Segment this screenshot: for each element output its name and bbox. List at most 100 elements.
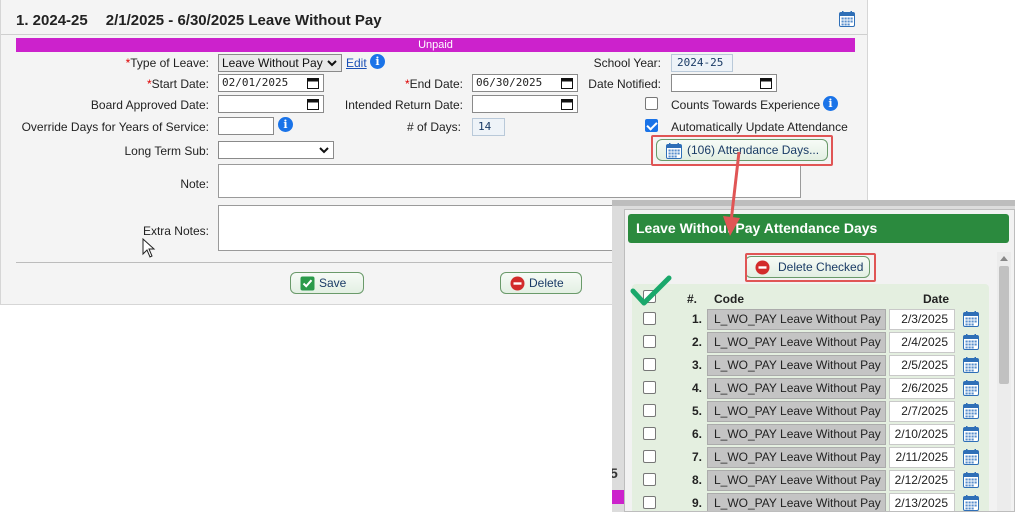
- row-checkbox[interactable]: [643, 404, 656, 417]
- type-of-leave-select[interactable]: Leave Without Pay: [218, 54, 342, 72]
- calendar-icon[interactable]: [561, 98, 573, 110]
- extra-notes-textarea[interactable]: [218, 205, 618, 251]
- school-year-label: School Year:: [593, 56, 661, 70]
- calendar-icon[interactable]: [963, 449, 979, 465]
- row-num: 2.: [691, 335, 702, 349]
- edit-link[interactable]: Edit: [346, 56, 367, 70]
- override-days-label: Override Days for Years of Service:: [21, 120, 209, 134]
- row-code: L_WO_PAY Leave Without Pay: [707, 309, 886, 330]
- long-term-sub-select[interactable]: [218, 141, 334, 159]
- row-checkbox[interactable]: [643, 496, 656, 509]
- board-approved-label: Board Approved Date:: [90, 98, 209, 112]
- row-date: 2/13/2025: [889, 493, 955, 511]
- date-notified-label: Date Notified:: [588, 77, 661, 91]
- attendance-days-table: #. Code Date 1. L_WO_PAY Leave Without Pa…: [632, 284, 989, 511]
- header-code: Code: [714, 292, 744, 306]
- table-row: 4. L_WO_PAY Leave Without Pay 2/6/2025: [632, 377, 989, 400]
- start-date-label: *Start Date:: [146, 77, 209, 91]
- row-checkbox[interactable]: [643, 358, 656, 371]
- row-checkbox[interactable]: [643, 335, 656, 348]
- scroll-up-icon[interactable]: [1000, 255, 1008, 261]
- delete-label: Delete: [529, 276, 564, 290]
- end-date-label: *End Date:: [404, 77, 463, 91]
- note-textarea[interactable]: [218, 164, 801, 198]
- mouse-cursor-icon: [142, 238, 156, 258]
- row-num: 5.: [691, 404, 702, 418]
- row-num: 6.: [691, 427, 702, 441]
- row-date: 2/5/2025: [889, 355, 955, 376]
- calendar-icon[interactable]: [963, 357, 979, 373]
- scrollbar-thumb[interactable]: [999, 266, 1009, 384]
- row-code: L_WO_PAY Leave Without Pay: [707, 401, 886, 422]
- row-date: 2/11/2025: [889, 447, 955, 468]
- table-row: 3. L_WO_PAY Leave Without Pay 2/5/2025: [632, 354, 989, 377]
- auto-update-checkbox[interactable]: [645, 119, 658, 132]
- arrow-annotation: [723, 151, 741, 236]
- calendar-icon[interactable]: [963, 311, 979, 327]
- calendar-icon[interactable]: [963, 380, 979, 396]
- school-year-value: 2024-25: [671, 54, 733, 72]
- info-icon[interactable]: i: [278, 117, 293, 132]
- row-num: 9.: [691, 496, 702, 510]
- table-row: 9. L_WO_PAY Leave Without Pay 2/13/2025: [632, 492, 989, 511]
- header-date: Date: [923, 292, 950, 306]
- checkmark-annotation: [630, 275, 672, 306]
- table-row: 1. L_WO_PAY Leave Without Pay 2/3/2025: [632, 308, 989, 331]
- row-code: L_WO_PAY Leave Without Pay: [707, 424, 886, 445]
- delete-button[interactable]: Delete: [500, 272, 582, 294]
- row-date: 2/6/2025: [889, 378, 955, 399]
- long-term-sub-label: Long Term Sub:: [124, 144, 210, 158]
- row-checkbox[interactable]: [643, 381, 656, 394]
- leave-index: 1. 2024-25: [16, 12, 88, 29]
- calendar-icon[interactable]: [963, 403, 979, 419]
- extra-notes-label: Extra Notes:: [142, 224, 209, 238]
- scrollbar[interactable]: [997, 252, 1011, 511]
- row-num: 4.: [691, 381, 702, 395]
- calendar-icon[interactable]: [307, 77, 319, 89]
- calendar-icon[interactable]: [963, 495, 979, 511]
- row-num: 7.: [691, 450, 702, 464]
- calendar-icon[interactable]: [839, 11, 855, 27]
- info-icon[interactable]: i: [370, 54, 385, 69]
- row-code: L_WO_PAY Leave Without Pay: [707, 470, 886, 491]
- row-code: L_WO_PAY Leave Without Pay: [707, 355, 886, 376]
- board-approved-input[interactable]: [218, 95, 324, 113]
- title-divider: [1, 34, 867, 35]
- calendar-icon[interactable]: [760, 77, 772, 89]
- end-date-value: 06/30/2025: [476, 76, 543, 89]
- override-days-input[interactable]: [218, 117, 274, 135]
- calendar-icon[interactable]: [963, 334, 979, 350]
- row-date: 2/12/2025: [889, 470, 955, 491]
- type-of-leave-value: Leave Without Pay: [222, 56, 323, 70]
- row-checkbox[interactable]: [643, 427, 656, 440]
- calendar-icon[interactable]: [963, 426, 979, 442]
- row-code: L_WO_PAY Leave Without Pay: [707, 378, 886, 399]
- row-date: 2/7/2025: [889, 401, 955, 422]
- row-date: 2/4/2025: [889, 332, 955, 353]
- intended-return-input[interactable]: [472, 95, 578, 113]
- row-num: 8.: [691, 473, 702, 487]
- row-checkbox[interactable]: [643, 473, 656, 486]
- date-notified-input[interactable]: [671, 74, 777, 92]
- save-button[interactable]: Save: [290, 272, 364, 294]
- auto-update-label: Automatically Update Attendance: [671, 120, 848, 134]
- calendar-icon[interactable]: [307, 98, 319, 110]
- row-checkbox[interactable]: [643, 450, 656, 463]
- num-days-label: # of Days:: [406, 120, 461, 134]
- num-days-value: 14: [472, 118, 505, 136]
- table-row: 7. L_WO_PAY Leave Without Pay 2/11/2025: [632, 446, 989, 469]
- row-date: 2/10/2025: [889, 424, 955, 445]
- counts-experience-checkbox[interactable]: [645, 97, 658, 110]
- calendar-icon[interactable]: [963, 472, 979, 488]
- info-icon[interactable]: i: [823, 96, 838, 111]
- start-date-input[interactable]: 02/01/2025: [218, 74, 324, 92]
- counts-experience-label: Counts Towards Experience: [671, 98, 821, 112]
- table-row: 6. L_WO_PAY Leave Without Pay 2/10/2025: [632, 423, 989, 446]
- leave-date-range: 2/1/2025 - 6/30/2025 Leave Without Pay: [105, 12, 382, 29]
- header-num: #.: [687, 292, 698, 306]
- row-checkbox[interactable]: [643, 312, 656, 325]
- checkbox-icon: [300, 276, 315, 291]
- chevron-down-icon: [319, 147, 329, 154]
- delete-checked-highlight: [745, 253, 876, 282]
- chevron-down-icon: [327, 60, 337, 67]
